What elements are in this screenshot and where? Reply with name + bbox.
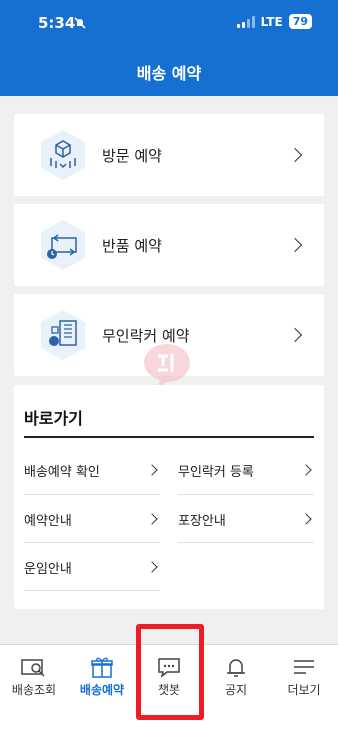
shortcut-label: 예약안내	[24, 514, 72, 529]
tab-tracking[interactable]: 배송조회	[0, 645, 68, 705]
network-type: LTE	[260, 14, 283, 29]
menu-lines-icon	[294, 660, 314, 674]
chevron-right-icon	[146, 513, 158, 525]
shortcut-label: 포장안내	[178, 514, 226, 529]
status-time: 5:34	[38, 14, 76, 32]
chevron-right-icon	[146, 561, 158, 573]
chevron-right-icon	[146, 464, 158, 476]
status-indicators: LTE 79	[236, 14, 312, 29]
battery-indicator: 79	[288, 14, 312, 29]
shortcut-packing-guide[interactable]: 포장안내	[178, 495, 314, 543]
app-logo-watermark-icon	[144, 344, 190, 387]
shortcut-label: 운임안내	[24, 562, 72, 577]
chevron-right-icon	[300, 464, 312, 476]
gift-box-icon	[91, 657, 113, 678]
signal-icon	[236, 15, 255, 28]
shortcuts-title: 바로가기	[24, 409, 83, 428]
divider	[24, 436, 314, 438]
shortcuts-panel: 바로가기 배송예약 확인 무인락커 등록 예약안내 포장안내 운임안내	[14, 385, 324, 609]
menu-label: 반품 예약	[102, 237, 162, 255]
shortcut-locker-register[interactable]: 무인락커 등록	[178, 446, 314, 494]
bell-icon	[227, 659, 245, 677]
tab-label: 배송예약	[79, 683, 125, 697]
shortcut-fare-guide[interactable]: 운임안내	[24, 543, 160, 591]
tab-more[interactable]: 더보기	[270, 645, 338, 705]
tab-notice[interactable]: 공지	[202, 645, 270, 705]
chevron-right-icon	[287, 327, 303, 343]
menu-label: 방문 예약	[102, 147, 162, 165]
menu-return-reservation[interactable]: 반품 예약	[14, 204, 324, 286]
search-box-icon	[21, 659, 45, 677]
silent-bell-icon	[74, 17, 86, 29]
menu-visit-reservation[interactable]: 방문 예약	[14, 114, 324, 196]
shortcut-label: 무인락커 등록	[178, 465, 254, 480]
highlight-annotation-box	[136, 624, 204, 720]
chevron-right-icon	[287, 237, 303, 253]
shortcut-reservation-check[interactable]: 배송예약 확인	[24, 446, 160, 494]
app-header: 5:34 LTE 79 배송 예약	[0, 0, 338, 96]
tab-label: 배송조회	[11, 683, 57, 697]
page-title: 배송 예약	[136, 64, 202, 83]
return-icon	[41, 220, 85, 270]
chevron-right-icon	[287, 147, 303, 163]
divider	[178, 542, 314, 543]
shortcut-label: 배송예약 확인	[24, 465, 100, 480]
tab-label: 공지	[224, 683, 248, 697]
chevron-right-icon	[300, 513, 312, 525]
shortcut-reservation-guide[interactable]: 예약안내	[24, 495, 160, 543]
status-bar: 5:34 LTE 79	[0, 0, 338, 46]
divider	[24, 590, 160, 591]
tab-label: 더보기	[287, 683, 321, 697]
tab-reservation[interactable]: 배송예약	[68, 645, 136, 705]
locker-icon	[41, 310, 85, 360]
box-pickup-icon	[41, 130, 85, 180]
